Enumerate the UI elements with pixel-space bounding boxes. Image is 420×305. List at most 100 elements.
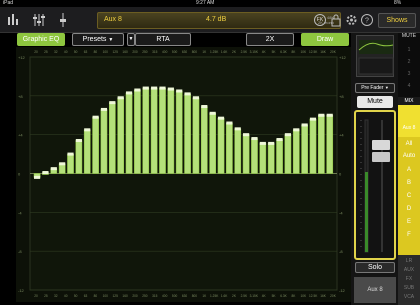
mute-button[interactable]: Mute [357,96,393,108]
eq-band-bar[interactable] [159,87,166,174]
eq-band-bar[interactable] [259,143,267,174]
eq-band-handle[interactable] [125,91,133,95]
eq-band-handle[interactable] [226,121,233,125]
shows-button[interactable]: Shows [378,13,416,28]
mix-type-lr[interactable]: LR [398,258,420,264]
mix-type-sub[interactable]: SUB [398,285,420,291]
eq-band-bar[interactable] [150,87,158,174]
eq-band-bar[interactable] [318,115,325,174]
eq-band-bar[interactable] [142,87,150,174]
eq-band-handle[interactable] [234,127,241,131]
eq-band-bar[interactable] [75,140,83,174]
solo-button[interactable]: Solo [355,262,395,273]
eq-band-bar[interactable] [234,128,242,174]
eq-band-handle[interactable] [50,167,57,171]
eq-band-handle[interactable] [251,137,258,141]
eq-band-handle[interactable] [184,92,191,96]
channel-strip-icon[interactable] [56,11,70,29]
eq-band-bar[interactable] [242,134,250,174]
eq-band-handle[interactable] [75,138,82,142]
eq-band-bar[interactable] [226,122,233,174]
channel-name-tab[interactable]: Aux 8 [354,277,396,303]
eq-band-bar[interactable] [267,143,275,174]
eq-band-handle[interactable] [209,111,216,115]
graphic-eq-button[interactable]: Graphic EQ [17,33,65,46]
mix-type-vca[interactable]: VCA [398,294,420,300]
eq-band-handle[interactable] [192,96,200,100]
eq-band-bar[interactable] [175,90,183,174]
mix-filter-all[interactable]: All [398,141,420,147]
eq-band-bar[interactable] [209,113,216,174]
mute-group-4[interactable]: 4 [398,83,420,89]
help-icon[interactable]: ? [360,13,374,27]
mix-filter-c[interactable]: C [398,193,420,199]
eq-band-bar[interactable] [284,134,292,174]
lock-icon[interactable] [330,13,342,27]
eq-band-handle[interactable] [42,171,49,175]
mix-type-aux[interactable]: AUX [398,267,420,273]
eq-band-handle[interactable] [159,86,166,90]
eq-band-handle[interactable] [293,128,300,132]
eq-band-bar[interactable] [276,139,283,174]
eq-band-handle[interactable] [284,133,291,137]
channel-header[interactable]: Aux 8 4.7 dB 48K 2K mono [97,12,341,29]
eq-band-handle[interactable] [268,141,275,145]
eq-band-handle[interactable] [326,113,333,117]
mix-filter-b[interactable]: B [398,180,420,186]
eq-band-bar[interactable] [83,129,91,174]
wifi-icon[interactable] [6,11,20,29]
eq-band-handle[interactable] [92,115,99,119]
eq-band-handle[interactable] [109,101,116,105]
mix-filter-e[interactable]: E [398,219,420,225]
eq-band-bar[interactable] [192,97,200,174]
eq-band-handle[interactable] [217,116,225,120]
eq-band-bar[interactable] [184,93,191,174]
eq-band-bar[interactable] [292,129,300,174]
eq-band-handle[interactable] [151,86,158,90]
eq-band-handle[interactable] [134,88,141,92]
mix-filter-f[interactable]: F [398,232,420,238]
eq-band-bar[interactable] [117,97,125,174]
eq-band-bar[interactable] [301,124,308,174]
mute-group-1[interactable]: 1 [398,47,420,53]
eq-band-handle[interactable] [117,96,124,100]
eq-thumbnail[interactable] [356,35,394,77]
presets-dropdown[interactable]: Presets ▼ [72,33,124,46]
pre-fader-dropdown[interactable]: Pre Fader ▼ [355,83,395,93]
eq-band-handle[interactable] [201,105,208,109]
mix-filter-auto[interactable]: Auto [398,153,420,159]
mute-group-3[interactable]: 3 [398,71,420,77]
gear-icon[interactable] [345,13,358,27]
zoom-2x-button[interactable]: 2X [246,33,294,46]
eq-band-handle[interactable] [259,141,266,145]
eq-band-handle[interactable] [84,128,91,132]
eq-band-handle[interactable] [318,113,325,117]
eq-band-handle[interactable] [176,89,183,93]
eq-band-handle[interactable] [309,117,317,121]
eq-band-bar[interactable] [167,88,175,174]
eq-band-bar[interactable] [200,106,208,174]
eq-band-handle[interactable] [276,138,283,142]
eq-band-handle[interactable] [142,86,149,90]
eq-band-handle[interactable] [100,107,108,111]
eq-band-handle[interactable] [301,123,308,127]
eq-band-bar[interactable] [109,102,116,174]
mix-filter-d[interactable]: D [398,206,420,212]
eq-band-handle[interactable] [34,175,41,179]
eq-band-bar[interactable] [92,116,99,174]
eq-band-handle[interactable] [67,152,74,156]
channel-fader[interactable] [356,112,394,258]
fk-icon[interactable]: FK [314,14,326,26]
graphic-eq-panel[interactable]: +12 +12 +8 +8 +4 +4 0 0 -4 -4 -8 -8 -12 -12 20 20 25 25 32… [16,47,351,302]
eq-band-bar[interactable] [67,153,74,174]
rta-button[interactable]: RTA [135,33,191,46]
eq-band-bar[interactable] [125,92,133,174]
eq-band-handle[interactable] [167,87,174,91]
eq-band-bar[interactable] [134,89,141,174]
eq-band-bar[interactable] [217,117,225,174]
graphic-eq-chart[interactable]: +12 +12 +8 +8 +4 +4 0 0 -4 -4 -8 -8 -12 -12 20 20 25 25 32… [16,47,351,302]
eq-band-bar[interactable] [309,118,317,174]
draw-button[interactable]: Draw [301,33,349,46]
eq-band-bar[interactable] [100,109,108,174]
mix-aux-selected[interactable]: Aux 8 [398,125,420,131]
